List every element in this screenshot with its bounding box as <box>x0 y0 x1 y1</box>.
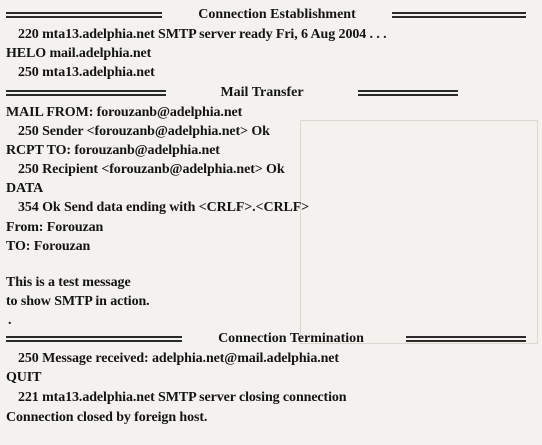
section-title-termination: Connection Termination <box>218 331 364 346</box>
smtp-line: Connection closed by foreign host. <box>6 410 208 425</box>
smtp-line: QUIT <box>6 370 42 385</box>
separator-connection-establishment: Connection Establishment <box>6 6 536 24</box>
section-title-transfer: Mail Transfer <box>220 85 304 100</box>
separator-rule-right <box>406 336 526 342</box>
smtp-line: HELO mail.adelphia.net <box>6 46 152 61</box>
separator-rule-right <box>392 12 526 18</box>
smtp-line: 354 Ok Send data ending with <CRLF>.<CRL… <box>18 200 310 215</box>
separator-connection-termination: Connection Termination <box>6 330 536 348</box>
separator-rule-left <box>6 12 162 18</box>
smtp-line: 250 Sender <forouzanb@adelphia.net> Ok <box>18 124 270 139</box>
smtp-line: From: Forouzan <box>6 220 104 235</box>
bleed-through-table <box>300 120 538 344</box>
smtp-line: MAIL FROM: forouzanb@adelphia.net <box>6 105 243 120</box>
smtp-line: to show SMTP in action. <box>6 294 150 309</box>
separator-rule-left <box>6 90 166 96</box>
separator-rule-right <box>358 90 458 96</box>
smtp-line: 250 mta13.adelphia.net <box>18 65 155 80</box>
smtp-line: 221 mta13.adelphia.net SMTP server closi… <box>18 390 347 405</box>
smtp-line: DATA <box>6 181 44 196</box>
smtp-line: 250 Recipient <forouzanb@adelphia.net> O… <box>18 162 285 177</box>
smtp-line: This is a test message <box>6 275 131 290</box>
separator-mail-transfer: Mail Transfer <box>6 84 536 102</box>
smtp-line: 220 mta13.adelphia.net SMTP server ready… <box>18 27 387 42</box>
separator-rule-left <box>6 336 182 342</box>
smtp-line: 250 Message received: adelphia.net@mail.… <box>18 351 339 366</box>
document-page: Connection Establishment 220 mta13.adelp… <box>0 0 542 445</box>
end-of-data-dot: . <box>8 313 12 328</box>
smtp-line: RCPT TO: forouzanb@adelphia.net <box>6 143 220 158</box>
smtp-line: TO: Forouzan <box>6 239 91 254</box>
section-title-establishment: Connection Establishment <box>198 7 356 22</box>
